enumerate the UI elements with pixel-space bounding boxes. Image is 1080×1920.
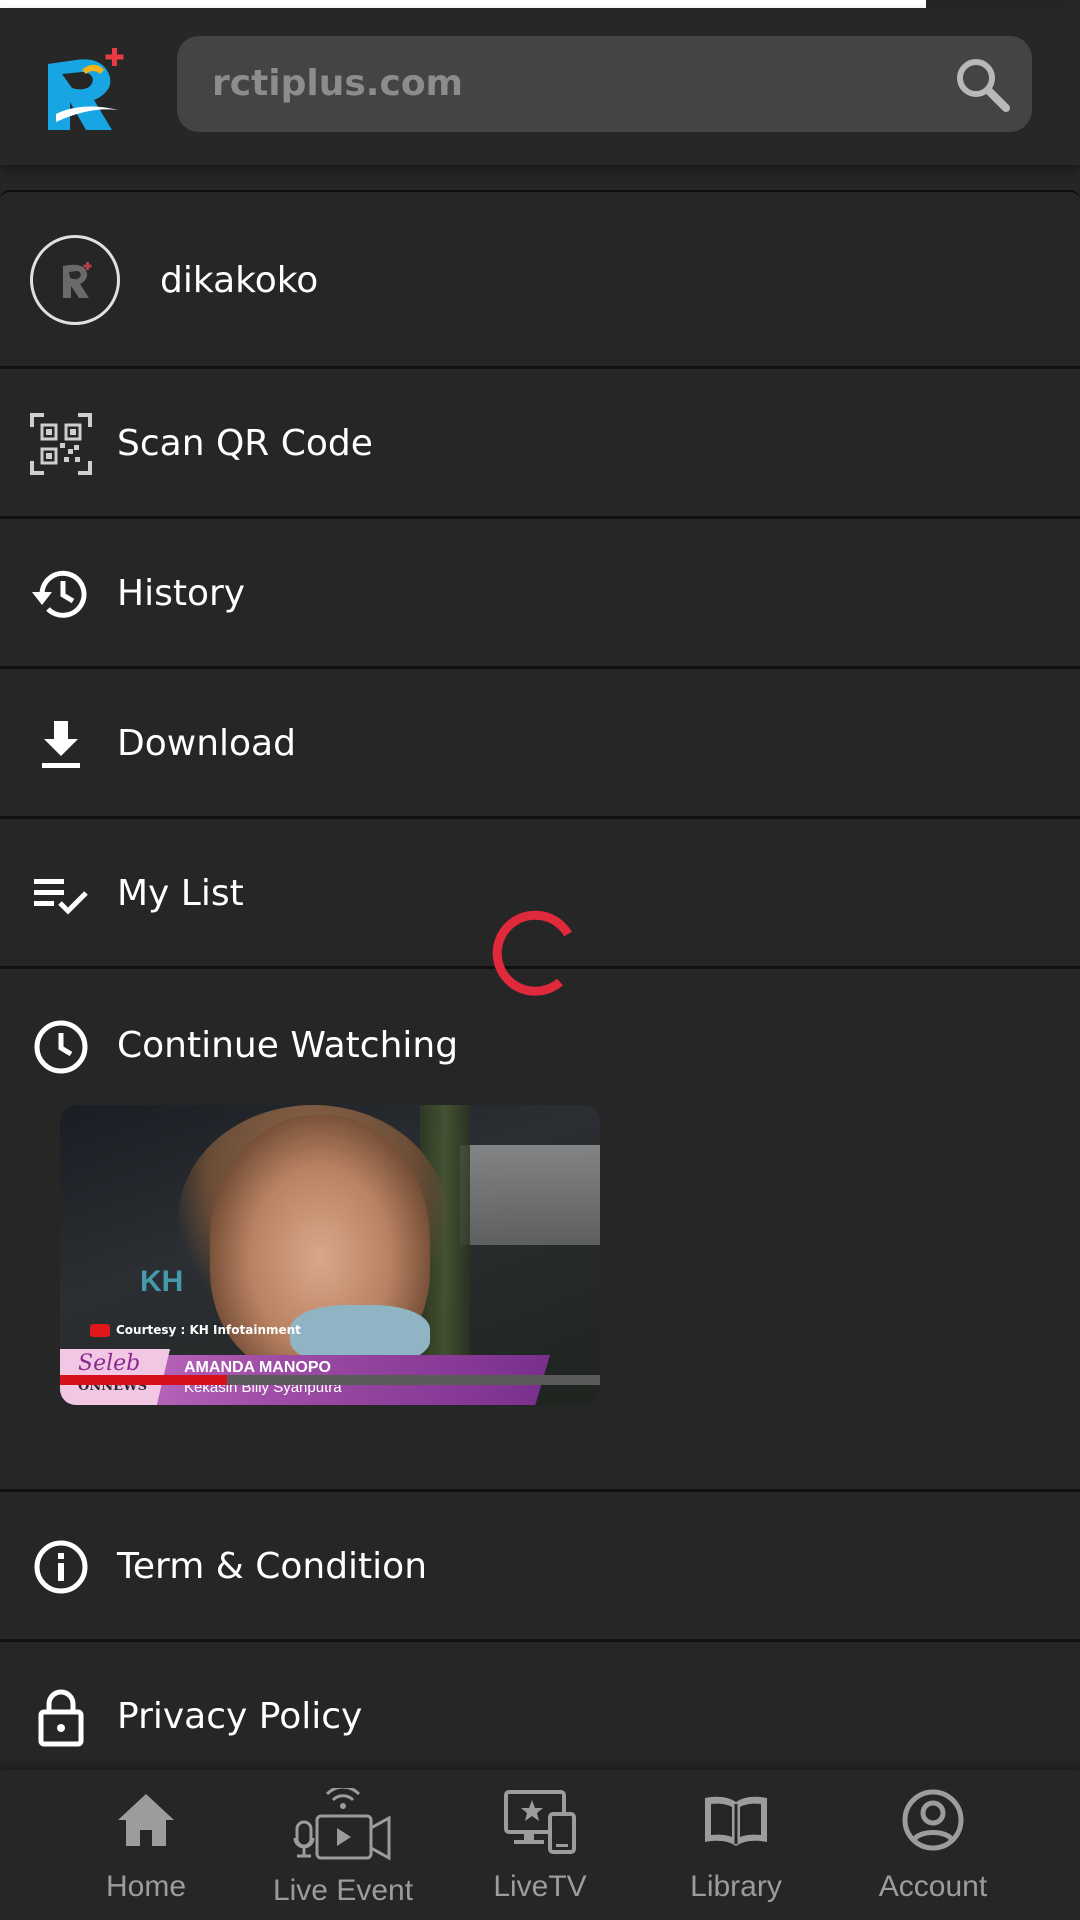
watch-progress-bar: [60, 1375, 600, 1385]
profile-username: dikakoko: [160, 260, 319, 301]
menu-item-label: History: [117, 573, 246, 614]
menu-item-label: Download: [117, 723, 296, 764]
history-icon: [30, 563, 92, 625]
continue-watching-video-thumbnail[interactable]: KH Courtesy : KH Infotainment Seleb ONNEW…: [60, 1105, 600, 1405]
video-courtesy-text: Courtesy : KH Infotainment: [90, 1323, 301, 1337]
download-icon: [30, 713, 92, 775]
nav-label: Account: [878, 1870, 988, 1903]
account-icon: [901, 1788, 965, 1856]
menu-item-scan-qr-code[interactable]: Scan QR Code: [0, 369, 1080, 519]
nav-label: Library: [690, 1870, 782, 1903]
rctiplus-logo-icon[interactable]: [42, 44, 132, 134]
nav-label: Home: [105, 1870, 187, 1903]
menu-item-history[interactable]: History: [0, 519, 1080, 669]
search-icon[interactable]: [952, 54, 1012, 114]
nav-label: LiveTV: [493, 1870, 587, 1903]
menu-item-label: Scan QR Code: [117, 423, 373, 464]
nav-live-event[interactable]: Live Event: [245, 1770, 441, 1920]
live-event-icon: [291, 1785, 395, 1868]
avatar[interactable]: [30, 235, 120, 325]
menu-item-download[interactable]: Download: [0, 669, 1080, 819]
live-tv-icon: [502, 1788, 578, 1860]
menu-item-label: My List: [117, 873, 244, 914]
info-icon: [30, 1536, 92, 1598]
nav-livetv[interactable]: LiveTV: [442, 1770, 638, 1920]
search-input[interactable]: rctiplus.com: [212, 36, 463, 132]
youtube-icon: [90, 1324, 110, 1337]
search-bar[interactable]: rctiplus.com: [177, 36, 1032, 132]
nav-label: Live Event: [272, 1874, 414, 1907]
top-header: rctiplus.com: [0, 8, 1080, 165]
continue-watching-title: Continue Watching: [117, 1025, 459, 1066]
playlist-check-icon: [30, 863, 92, 925]
profile-row[interactable]: dikakoko: [0, 192, 1080, 369]
nav-account[interactable]: Account: [835, 1770, 1031, 1920]
nav-library[interactable]: Library: [638, 1770, 834, 1920]
page-load-progress-bar: [0, 0, 926, 8]
bottom-nav-bar: Home Live Event LiveTV Library Account: [0, 1770, 1080, 1920]
continue-watching-section: Continue Watching KH Courtesy : KH Infot…: [0, 969, 1080, 1492]
loading-spinner: [490, 910, 576, 996]
clock-icon: [30, 1016, 92, 1078]
nav-home[interactable]: Home: [48, 1770, 244, 1920]
video-watermark: KH: [140, 1265, 184, 1298]
library-icon: [701, 1788, 771, 1856]
watch-progress-fill: [60, 1375, 228, 1385]
qr-code-icon: [30, 413, 92, 475]
menu-item-label: Term & Condition: [117, 1546, 428, 1587]
lock-icon: [30, 1686, 92, 1748]
menu-item-term-condition[interactable]: Term & Condition: [0, 1492, 1080, 1642]
home-icon: [114, 1788, 178, 1856]
